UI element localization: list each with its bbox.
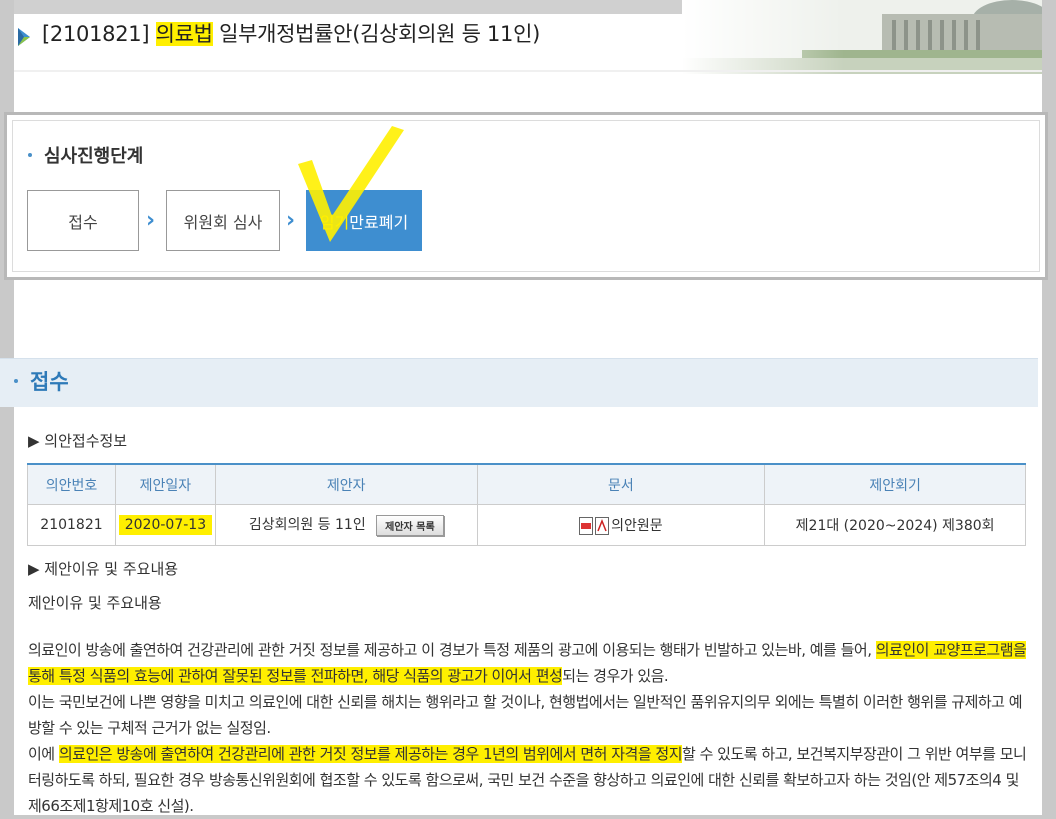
stage-step-received[interactable]: 접수 [27,190,139,251]
table-header-row: 의안번호 제안일자 제안자 문서 제안회기 [27,464,1026,505]
body-text: 의료인이 방송에 출연하여 건강관리에 관한 거짓 정보를 제공하고 이 경보가… [28,641,876,659]
body-highlight: 의료인은 방송에 출연하여 건강관리에 관한 거짓 정보를 제공하는 경우 1년… [58,745,683,763]
pdf-file-icon[interactable] [595,517,610,535]
table-row: 2101821 2020-07-13 김상회의원 등 11인 제안자 목록 의안… [27,504,1026,546]
stage-step-expired-rest: 만료폐기 [349,212,409,232]
document-link[interactable]: 의안원문 [611,518,663,534]
stage-step-committee[interactable]: 위원회 심사 [166,190,280,251]
body-paragraph-3: 이에 의료인은 방송에 출연하여 건강관리에 관한 거짓 정보를 제공하는 경우… [28,741,1028,819]
bullet-dot-icon [28,153,32,157]
section-title: 접수 [14,366,69,396]
cell-proposer: 김상회의원 등 11인 제안자 목록 [214,504,478,546]
bill-number: [2101821] [42,22,150,46]
body-paragraph-2: 이는 국민보건에 나쁜 영향을 미치고 의료인에 대한 신뢰를 해치는 행위라고… [28,693,1023,737]
col-header-proposer: 제안자 [214,464,478,505]
stage-title: 심사진행단계 [28,142,143,168]
receipt-info-heading: ▶ 의안접수정보 [28,432,128,450]
col-header-bill-no: 의안번호 [27,464,116,505]
stage-title-text: 심사진행단계 [44,146,144,167]
stage-step-expired[interactable]: 임기 만료폐기 [306,190,422,251]
col-header-session: 제안회기 [764,464,1026,505]
bill-title-rest: 일부개정법률안(김상회의원 등 11인) [219,22,540,46]
stage-step-expired-highlight: 임기 [319,212,350,232]
national-assembly-building-image [682,0,1042,74]
receipt-info-table: 의안번호 제안일자 제안자 문서 제안회기 2101821 2020-07-13… [27,463,1026,546]
col-header-date: 제안일자 [114,464,216,505]
reason-label: 제안이유 및 주요내용 [28,594,162,612]
bullet-dot-icon [14,379,18,383]
body-text: 이에 [28,745,59,763]
cell-session: 제21대 (2020~2024) 제380회 [764,504,1026,546]
chevron-right-icon: › [286,208,296,233]
chevron-right-icon: › [146,208,156,233]
body-paragraph-1: 의료인이 방송에 출연하여 건강관리에 관한 거짓 정보를 제공하고 이 경보가… [28,637,1028,689]
cell-date-value: 2020-07-13 [118,515,213,535]
bill-law-name: 의료법 [155,22,213,46]
reason-heading: ▶ 제안이유 및 주요내용 [28,560,179,578]
bill-header: [2101821] 의료법 일부개정법률안(김상회의원 등 11인) [14,0,1042,74]
cell-document: 의안원문 [476,504,766,546]
body-text: 되는 경우가 있음. [562,667,669,685]
cell-proposer-name: 김상회의원 등 11인 [248,517,366,534]
section-title-text: 접수 [30,370,69,394]
section-header-bar [0,358,1038,407]
hwp-file-icon[interactable] [579,517,594,535]
col-header-document: 문서 [476,464,766,505]
cell-date: 2020-07-13 [114,504,216,546]
cell-bill-no: 2101821 [27,504,116,546]
bill-title: [2101821] 의료법 일부개정법률안(김상회의원 등 11인) [42,18,540,48]
bill-arrow-icon [18,28,30,46]
proposer-list-button[interactable]: 제안자 목록 [376,514,444,536]
header-divider [14,70,1042,72]
